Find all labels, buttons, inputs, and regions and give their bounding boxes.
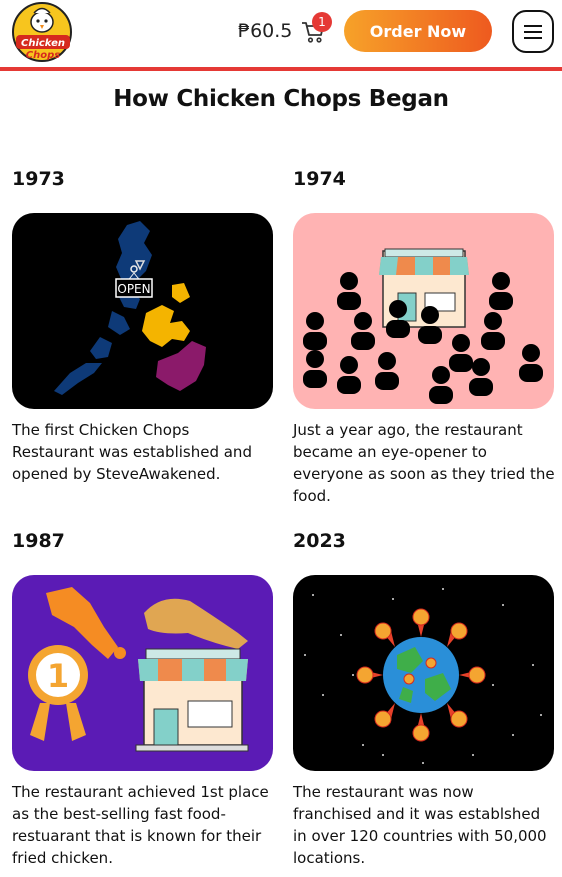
award-restaurant-image: 1 bbox=[12, 575, 273, 771]
crowd-restaurant-image bbox=[293, 213, 554, 409]
timeline-year-1973: 1973 bbox=[12, 168, 65, 190]
hamburger-menu-button[interactable] bbox=[512, 10, 554, 53]
menu-line-icon bbox=[524, 37, 542, 39]
logo-text-top: Chicken bbox=[21, 38, 65, 49]
cart-total-price: ₱60.5 bbox=[238, 20, 293, 42]
timeline-year-1974: 1974 bbox=[293, 168, 346, 190]
timeline-text-2023: The restaurant was now franchised and it… bbox=[293, 783, 547, 867]
philippines-map-image: OPEN bbox=[12, 213, 273, 409]
chicken-chops-logo[interactable]: Chicken Chops bbox=[12, 2, 74, 62]
menu-line-icon bbox=[524, 25, 542, 27]
open-sign-text: OPEN bbox=[117, 282, 150, 296]
first-place-medal-number: 1 bbox=[47, 657, 69, 695]
timeline-year-1987: 1987 bbox=[12, 530, 65, 552]
order-now-button[interactable]: Order Now bbox=[344, 10, 492, 52]
timeline-text-1987: The restaurant achieved 1st place as the… bbox=[12, 783, 269, 867]
timeline-year-2023: 2023 bbox=[293, 530, 346, 552]
global-franchise-image bbox=[293, 575, 554, 771]
timeline-text-1974: Just a year ago, the restaurant became a… bbox=[293, 421, 555, 505]
logo-text-bottom: Chops bbox=[26, 50, 60, 61]
page-title: How Chicken Chops Began bbox=[113, 86, 449, 112]
menu-line-icon bbox=[524, 31, 542, 33]
header-divider bbox=[0, 67, 562, 71]
header: Chicken Chops ₱60.5 1 Order Now bbox=[0, 0, 562, 67]
timeline-text-1973: The first Chicken Chops Restaurant was e… bbox=[12, 421, 252, 483]
cart-count-badge: 1 bbox=[312, 12, 332, 32]
